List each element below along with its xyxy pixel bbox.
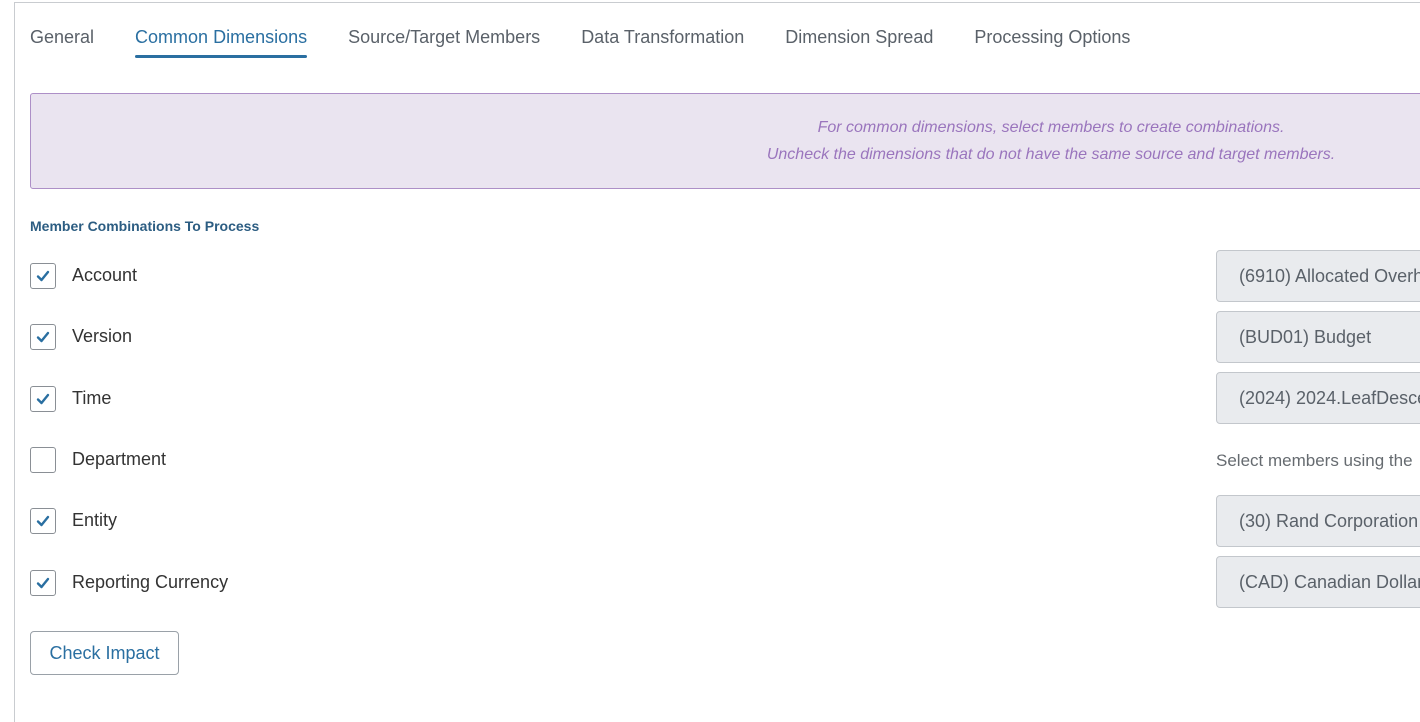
member-selector-reporting-currency[interactable]: (CAD) Canadian Dollar	[1216, 556, 1420, 608]
tab-general[interactable]: General	[30, 22, 94, 58]
dimension-label: Version	[72, 326, 133, 346]
checkmark-icon	[36, 331, 50, 343]
check-impact-button[interactable]: Check Impact	[30, 631, 179, 675]
dimension-label: Reporting Currency	[72, 572, 229, 592]
tab-processing-options[interactable]: Processing Options	[974, 22, 1130, 58]
tab-common-dimensions[interactable]: Common Dimensions	[135, 22, 308, 58]
dimension-label: Time	[72, 388, 112, 408]
info-banner: For common dimensions, select members to…	[30, 93, 1420, 189]
checkmark-icon	[36, 393, 50, 405]
info-banner-line-1: For common dimensions, select members to…	[817, 119, 1285, 136]
checkbox-reporting-currency[interactable]	[30, 570, 56, 596]
checkbox-version[interactable]	[30, 324, 56, 350]
tab-bar: General Common Dimensions Source/Target …	[30, 22, 1171, 58]
checkmark-icon	[36, 577, 50, 589]
member-selector-account[interactable]: (6910) Allocated Overhead	[1216, 250, 1420, 302]
checkmark-icon	[36, 270, 50, 282]
member-selector-time[interactable]: (2024) 2024.LeafDescendants	[1216, 372, 1420, 424]
info-banner-line-2: Uncheck the dimensions that do not have …	[766, 146, 1336, 163]
member-selector-entity[interactable]: (30) Rand Corporation	[1216, 495, 1420, 547]
section-title: Member Combinations To Process	[30, 218, 260, 234]
checkbox-department[interactable]	[30, 447, 56, 473]
tab-source-target-members[interactable]: Source/Target Members	[348, 22, 540, 58]
checkbox-entity[interactable]	[30, 508, 56, 534]
member-selector-version[interactable]: (BUD01) Budget	[1216, 311, 1420, 363]
tab-data-transformation[interactable]: Data Transformation	[581, 22, 744, 58]
dimension-label: Account	[72, 265, 138, 285]
tab-dimension-spread[interactable]: Dimension Spread	[785, 22, 933, 58]
checkmark-icon	[36, 515, 50, 527]
checkbox-account[interactable]	[30, 263, 56, 289]
dimension-label: Entity	[72, 510, 118, 530]
checkbox-time[interactable]	[30, 386, 56, 412]
member-selection-hint: Select members using the	[1216, 451, 1413, 470]
dimension-label: Department	[72, 449, 167, 469]
